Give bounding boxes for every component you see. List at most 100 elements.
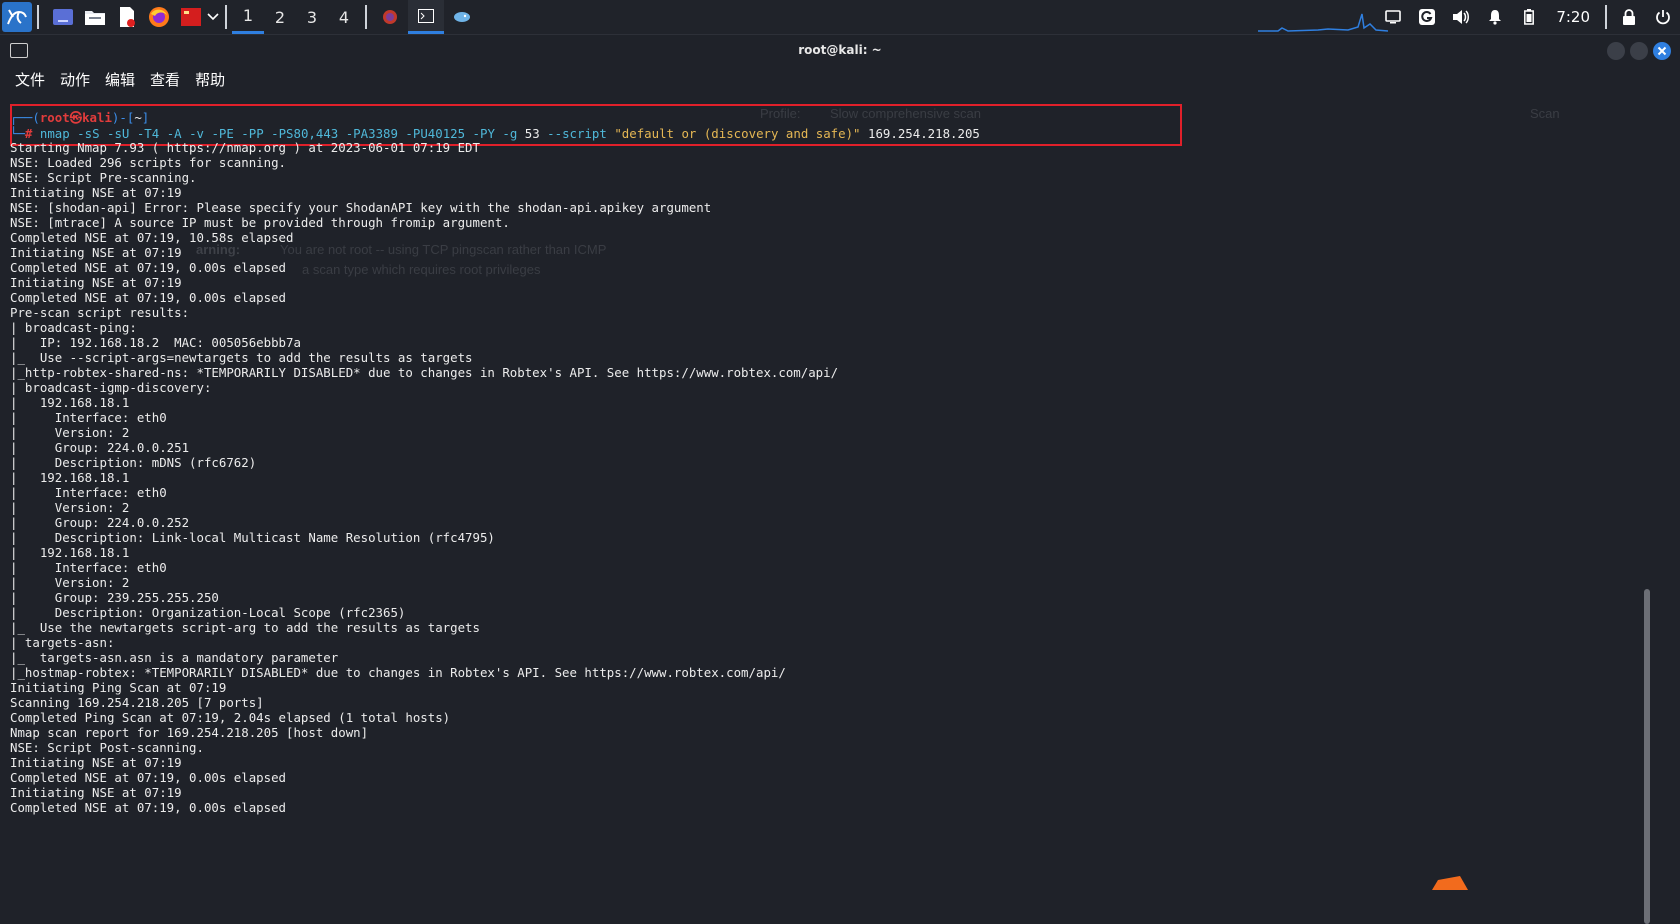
output-line: Completed NSE at 07:19, 0.00s elapsed: [10, 800, 287, 815]
zenmap-task[interactable]: [444, 0, 480, 34]
lock-icon[interactable]: [1612, 0, 1646, 34]
output-line: | Description: Organization-Local Scope …: [10, 605, 406, 620]
screenshot-tool-icon[interactable]: [178, 4, 204, 30]
output-line: Completed NSE at 07:19, 0.00s elapsed: [10, 770, 287, 785]
notification-bell-icon[interactable]: [1478, 0, 1512, 34]
output-line: Initiating NSE at 07:19: [10, 275, 182, 290]
output-line: Nmap scan report for 169.254.218.205 [ho…: [10, 725, 369, 740]
clock[interactable]: 7:20: [1546, 8, 1600, 26]
command-target: 169.254.218.205: [867, 126, 980, 141]
output-line: |_ Use the newtargets script-arg to add …: [10, 620, 480, 635]
output-line: | Interface: eth0: [10, 485, 167, 500]
ghost-scan-button: Scan: [1530, 106, 1560, 121]
output-line: | targets-asn:: [10, 635, 115, 650]
taskbar: 1 2 3 4 7:20: [0, 0, 1680, 35]
shell-prompt: ┌──(root㉿kali)-[~] └─# nmap -sS -sU -T4 …: [10, 110, 980, 142]
minimize-button[interactable]: [1607, 42, 1625, 60]
cpu-graph: [1258, 13, 1388, 32]
display-icon[interactable]: [1376, 0, 1410, 34]
output-line: NSE: Loaded 296 scripts for scanning.: [10, 155, 287, 170]
output-line: | Group: 224.0.0.252: [10, 515, 190, 530]
volume-icon[interactable]: [1444, 0, 1478, 34]
prompt-mid: )-[: [111, 110, 135, 125]
firefox-icon[interactable]: [146, 4, 172, 30]
output-line: Completed NSE at 07:19, 0.00s elapsed: [10, 290, 287, 305]
file-manager-icon[interactable]: [82, 4, 108, 30]
dropdown-icon[interactable]: [206, 4, 220, 30]
output-line: NSE: Script Pre-scanning.: [10, 170, 197, 185]
workspace-4[interactable]: 4: [328, 0, 360, 34]
prompt-suffix: ]: [141, 110, 150, 125]
output-line: | 192.168.18.1: [10, 470, 130, 485]
desktop-icon[interactable]: [50, 4, 76, 30]
output-line: | Interface: eth0: [10, 560, 167, 575]
output-line: | IP: 192.168.18.2 MAC: 005056ebbb7a: [10, 335, 301, 350]
output-line: |_ targets-asn.asn is a mandatory parame…: [10, 650, 339, 665]
text-editor-icon[interactable]: [114, 4, 140, 30]
maximize-button[interactable]: [1630, 42, 1648, 60]
output-line: Initiating NSE at 07:19: [10, 185, 182, 200]
output-line: | broadcast-ping:: [10, 320, 137, 335]
terminal-output[interactable]: Profile: Slow comprehensive scan Scan ar…: [0, 104, 1660, 924]
output-line: | Version: 2: [10, 500, 130, 515]
command-args: -sS -sU -T4 -A -v -PE -PP -PS80,443 -PA3…: [77, 126, 518, 141]
output-line: |_http-robtex-shared-ns: *TEMPORARILY DI…: [10, 365, 839, 380]
output-line: Completed NSE at 07:19, 10.58s elapsed: [10, 230, 294, 245]
battery-icon[interactable]: [1512, 0, 1546, 34]
prompt-corner-bottom: └─: [10, 126, 25, 141]
prompt-corner-top: ┌──(: [10, 110, 40, 125]
taskbar-separator: [365, 5, 367, 29]
menu-action[interactable]: 动作: [53, 69, 98, 90]
close-icon: [1657, 46, 1667, 56]
output-line: Initiating NSE at 07:19: [10, 245, 182, 260]
output-line: | 192.168.18.1: [10, 395, 130, 410]
output-line: | broadcast-igmp-discovery:: [10, 380, 212, 395]
command-script-flag: --script: [547, 126, 607, 141]
menubar: 文件 动作 编辑 查看 帮助: [0, 67, 1680, 91]
taskbar-separator: [37, 5, 39, 29]
system-tray: 7:20: [1376, 0, 1680, 34]
output-line: | Description: Link-local Multicast Name…: [10, 530, 495, 545]
workspace-2[interactable]: 2: [264, 0, 296, 34]
terminal-scrollbar[interactable]: [1644, 589, 1650, 924]
output-line: | Group: 239.255.255.250: [10, 590, 219, 605]
window-title: root@kali: ~: [798, 43, 882, 57]
prompt-user: root㉿kali: [39, 110, 112, 125]
ghost-warning-text: You are not root -- using TCP pingscan r…: [280, 242, 607, 257]
terminal-task[interactable]: [408, 0, 444, 34]
menu-view[interactable]: 查看: [143, 69, 188, 90]
taskbar-separator: [225, 5, 227, 29]
command-port: 53: [524, 126, 540, 141]
workspace-1[interactable]: 1: [232, 0, 264, 34]
kali-menu-icon[interactable]: [2, 2, 32, 32]
output-line: NSE: Script Post-scanning.: [10, 740, 204, 755]
command-script-value: "default or (discovery and safe)": [614, 126, 861, 141]
prompt-hash: #: [24, 126, 33, 141]
menu-edit[interactable]: 编辑: [98, 69, 143, 90]
firefox-task[interactable]: [372, 0, 408, 34]
power-icon[interactable]: [1646, 0, 1680, 34]
output-line: NSE: [shodan-api] Error: Please specify …: [10, 200, 712, 215]
workspace-3[interactable]: 3: [296, 0, 328, 34]
output-line: Initiating NSE at 07:19: [10, 755, 182, 770]
window-titlebar: root@kali: ~: [0, 35, 1680, 67]
output-line: | 192.168.18.1: [10, 545, 130, 560]
output-line: Completed Ping Scan at 07:19, 2.04s elap…: [10, 710, 451, 725]
output-line: Initiating NSE at 07:19: [10, 785, 182, 800]
close-button[interactable]: [1653, 42, 1671, 60]
ghost-warning-text-2: a scan type which requires root privileg…: [302, 262, 541, 277]
output-line: Starting Nmap 7.93 ( https://nmap.org ) …: [10, 140, 480, 155]
output-line: | Interface: eth0: [10, 410, 167, 425]
menu-file[interactable]: 文件: [0, 69, 53, 90]
output-line: | Version: 2: [10, 575, 130, 590]
output-line: Completed NSE at 07:19, 0.00s elapsed: [10, 260, 287, 275]
output-line: NSE: [mtrace] A source IP must be provid…: [10, 215, 510, 230]
output-line: Initiating Ping Scan at 07:19: [10, 680, 227, 695]
output-line: |_ Use --script-args=newtargets to add t…: [10, 350, 473, 365]
output-line: | Description: mDNS (rfc6762): [10, 455, 257, 470]
g-app-icon[interactable]: [1410, 0, 1444, 34]
prompt-path: ~: [134, 110, 142, 125]
output-line: | Group: 224.0.0.251: [10, 440, 190, 455]
output-line: Pre-scan script results:: [10, 305, 190, 320]
menu-help[interactable]: 帮助: [188, 69, 233, 90]
